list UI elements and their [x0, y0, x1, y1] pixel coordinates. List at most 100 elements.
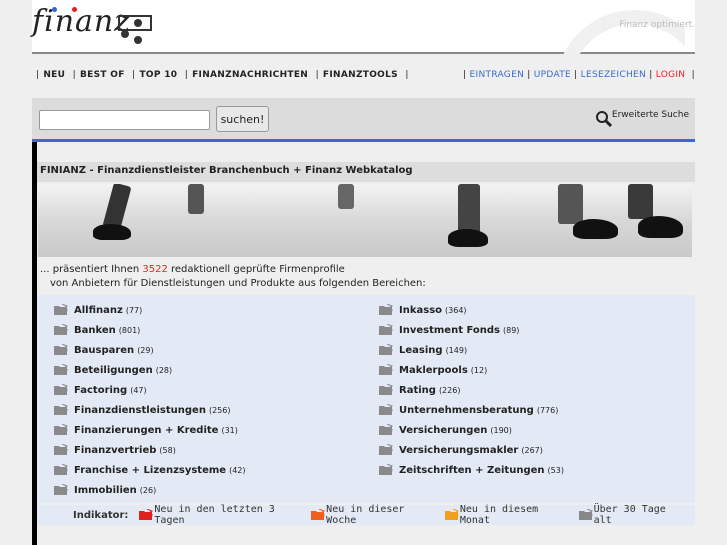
- category-item[interactable]: Banken (801): [53, 320, 246, 340]
- category-count: (53): [547, 465, 564, 475]
- profile-count: 3522: [142, 264, 168, 275]
- indicator-text: Neu in den letzten 3 Tagen: [154, 504, 275, 526]
- category-item[interactable]: Allfinanz (77): [53, 300, 246, 320]
- nav-neu[interactable]: NEU: [43, 70, 65, 80]
- indicator-item: Neu in diesem Monat: [444, 504, 562, 526]
- category-item[interactable]: Bausparen (29): [53, 340, 246, 360]
- folder-icon: [138, 509, 154, 521]
- category-name[interactable]: Leasing: [399, 345, 443, 356]
- indicator-item: Neu in dieser Woche: [310, 504, 428, 526]
- category-item[interactable]: Finanzvertrieb (58): [53, 440, 246, 460]
- category-count: (77): [125, 305, 143, 315]
- category-name[interactable]: Franchise + Lizenzsysteme: [74, 465, 226, 476]
- category-name[interactable]: Versicherungen: [399, 425, 487, 436]
- folder-icon: [378, 463, 394, 476]
- category-count: (42): [229, 465, 246, 475]
- category-name[interactable]: Immobilien: [74, 485, 137, 496]
- category-item[interactable]: Franchise + Lizenzsysteme (42): [53, 460, 246, 480]
- advanced-search-link[interactable]: Erweiterte Suche: [612, 110, 689, 120]
- category-count: (776): [536, 405, 559, 415]
- category-name[interactable]: Versicherungsmakler: [399, 445, 518, 456]
- folder-icon: [378, 383, 394, 396]
- category-name[interactable]: Finanzierungen + Kredite: [74, 425, 218, 436]
- category-name[interactable]: Beteiligungen: [74, 365, 153, 376]
- tagline: Finanz optimiert.: [619, 20, 695, 30]
- folder-icon: [378, 403, 394, 416]
- category-item[interactable]: Versicherungen (190): [378, 420, 564, 440]
- folder-icon: [310, 509, 326, 521]
- header: finanz Finanz optimiert.: [32, 0, 695, 54]
- folder-icon: [578, 509, 594, 521]
- indicator-item: Neu in den letzten 3 Tagen: [138, 504, 294, 526]
- folder-icon: [53, 443, 69, 456]
- category-item[interactable]: Investment Fonds (89): [378, 320, 564, 340]
- category-name[interactable]: Inkasso: [399, 305, 442, 316]
- folder-icon: [53, 383, 69, 396]
- category-item[interactable]: Finanzierungen + Kredite (31): [53, 420, 246, 440]
- category-item[interactable]: Factoring (47): [53, 380, 246, 400]
- folder-icon: [378, 343, 394, 356]
- category-count: (12): [470, 365, 488, 375]
- category-count: (28): [155, 365, 173, 375]
- nav-update[interactable]: UPDATE: [534, 70, 571, 80]
- category-item[interactable]: Maklerpools (12): [378, 360, 564, 380]
- category-count: (149): [445, 345, 468, 355]
- category-item[interactable]: Beteiligungen (28): [53, 360, 246, 380]
- nav-best-of[interactable]: BEST OF: [80, 70, 125, 80]
- category-item[interactable]: Finanzdienstleistungen (256): [53, 400, 246, 420]
- search-icon[interactable]: [595, 110, 613, 128]
- category-name[interactable]: Banken: [74, 325, 116, 336]
- folder-icon: [53, 343, 69, 356]
- category-item[interactable]: Immobilien (26): [53, 480, 246, 500]
- category-item[interactable]: Unternehmensberatung (776): [378, 400, 564, 420]
- indicator-item: Über 30 Tage alt: [578, 504, 679, 526]
- category-count: (226): [438, 385, 461, 395]
- intro-post: redaktionell geprüfte Firmenprofile: [167, 264, 345, 275]
- intro-text: ... präsentiert Ihnen 3522 redaktionell …: [40, 263, 426, 291]
- folder-icon: [53, 463, 69, 476]
- category-name[interactable]: Zeitschriften + Zeitungen: [399, 465, 545, 476]
- intro-pre: ... präsentiert Ihnen: [40, 264, 143, 275]
- category-count: (31): [221, 425, 238, 435]
- category-name[interactable]: Bausparen: [74, 345, 134, 356]
- category-name[interactable]: Unternehmensberatung: [399, 405, 534, 416]
- folder-icon: [378, 443, 394, 456]
- nav-lesezeichen[interactable]: LESEZEICHEN: [581, 70, 646, 80]
- search-button[interactable]: suchen!: [216, 106, 269, 132]
- indicator-label: Indikator:: [73, 509, 129, 521]
- folder-icon: [53, 403, 69, 416]
- nav-finanztools[interactable]: FINANZTOOLS: [323, 70, 398, 80]
- category-item[interactable]: Rating (226): [378, 380, 564, 400]
- nav-top-10[interactable]: TOP 10: [139, 70, 177, 80]
- indicator-text: Über 30 Tage alt: [593, 504, 666, 526]
- category-name[interactable]: Investment Fonds: [399, 325, 500, 336]
- category-count: (58): [159, 445, 176, 455]
- category-name[interactable]: Factoring: [74, 385, 127, 396]
- category-list: Allfinanz (77) Banken (801) Bausparen (29) Bet…: [37, 295, 695, 503]
- category-item[interactable]: Inkasso (364): [378, 300, 564, 320]
- category-item[interactable]: Versicherungsmakler (267): [378, 440, 564, 460]
- category-count: (267): [521, 445, 543, 455]
- category-item[interactable]: Zeitschriften + Zeitungen (53): [378, 460, 564, 480]
- category-name[interactable]: Maklerpools: [399, 365, 468, 376]
- folder-icon: [53, 363, 69, 376]
- nav-eintragen[interactable]: EINTRAGEN: [470, 70, 525, 80]
- category-count: (29): [137, 345, 154, 355]
- nav-login[interactable]: LOGIN: [656, 70, 686, 80]
- folder-icon: [53, 423, 69, 436]
- category-item[interactable]: Leasing (149): [378, 340, 564, 360]
- indicator-text: Neu in dieser Woche: [326, 504, 405, 526]
- search-input[interactable]: [39, 110, 210, 130]
- intro-line2: von Anbietern für Dienstleistungen und P…: [50, 278, 426, 289]
- logo[interactable]: finanz: [32, 4, 131, 39]
- category-name[interactable]: Allfinanz: [74, 305, 123, 316]
- nav-finanznachrichten[interactable]: FINANZNACHRICHTEN: [192, 70, 308, 80]
- banner-image: [38, 184, 692, 257]
- search-bar: suchen! Erweiterte Suche: [32, 98, 695, 142]
- category-name[interactable]: Finanzdienstleistungen: [74, 405, 206, 416]
- category-name[interactable]: Finanzvertrieb: [74, 445, 156, 456]
- indicator-legend: Indikator: Neu in den letzten 3 Tagen Neu…: [37, 504, 695, 526]
- coins-icon: [118, 15, 152, 44]
- category-name[interactable]: Rating: [399, 385, 436, 396]
- user-nav: | EINTRAGEN | UPDATE | LESEZEICHEN | LOG…: [463, 70, 695, 80]
